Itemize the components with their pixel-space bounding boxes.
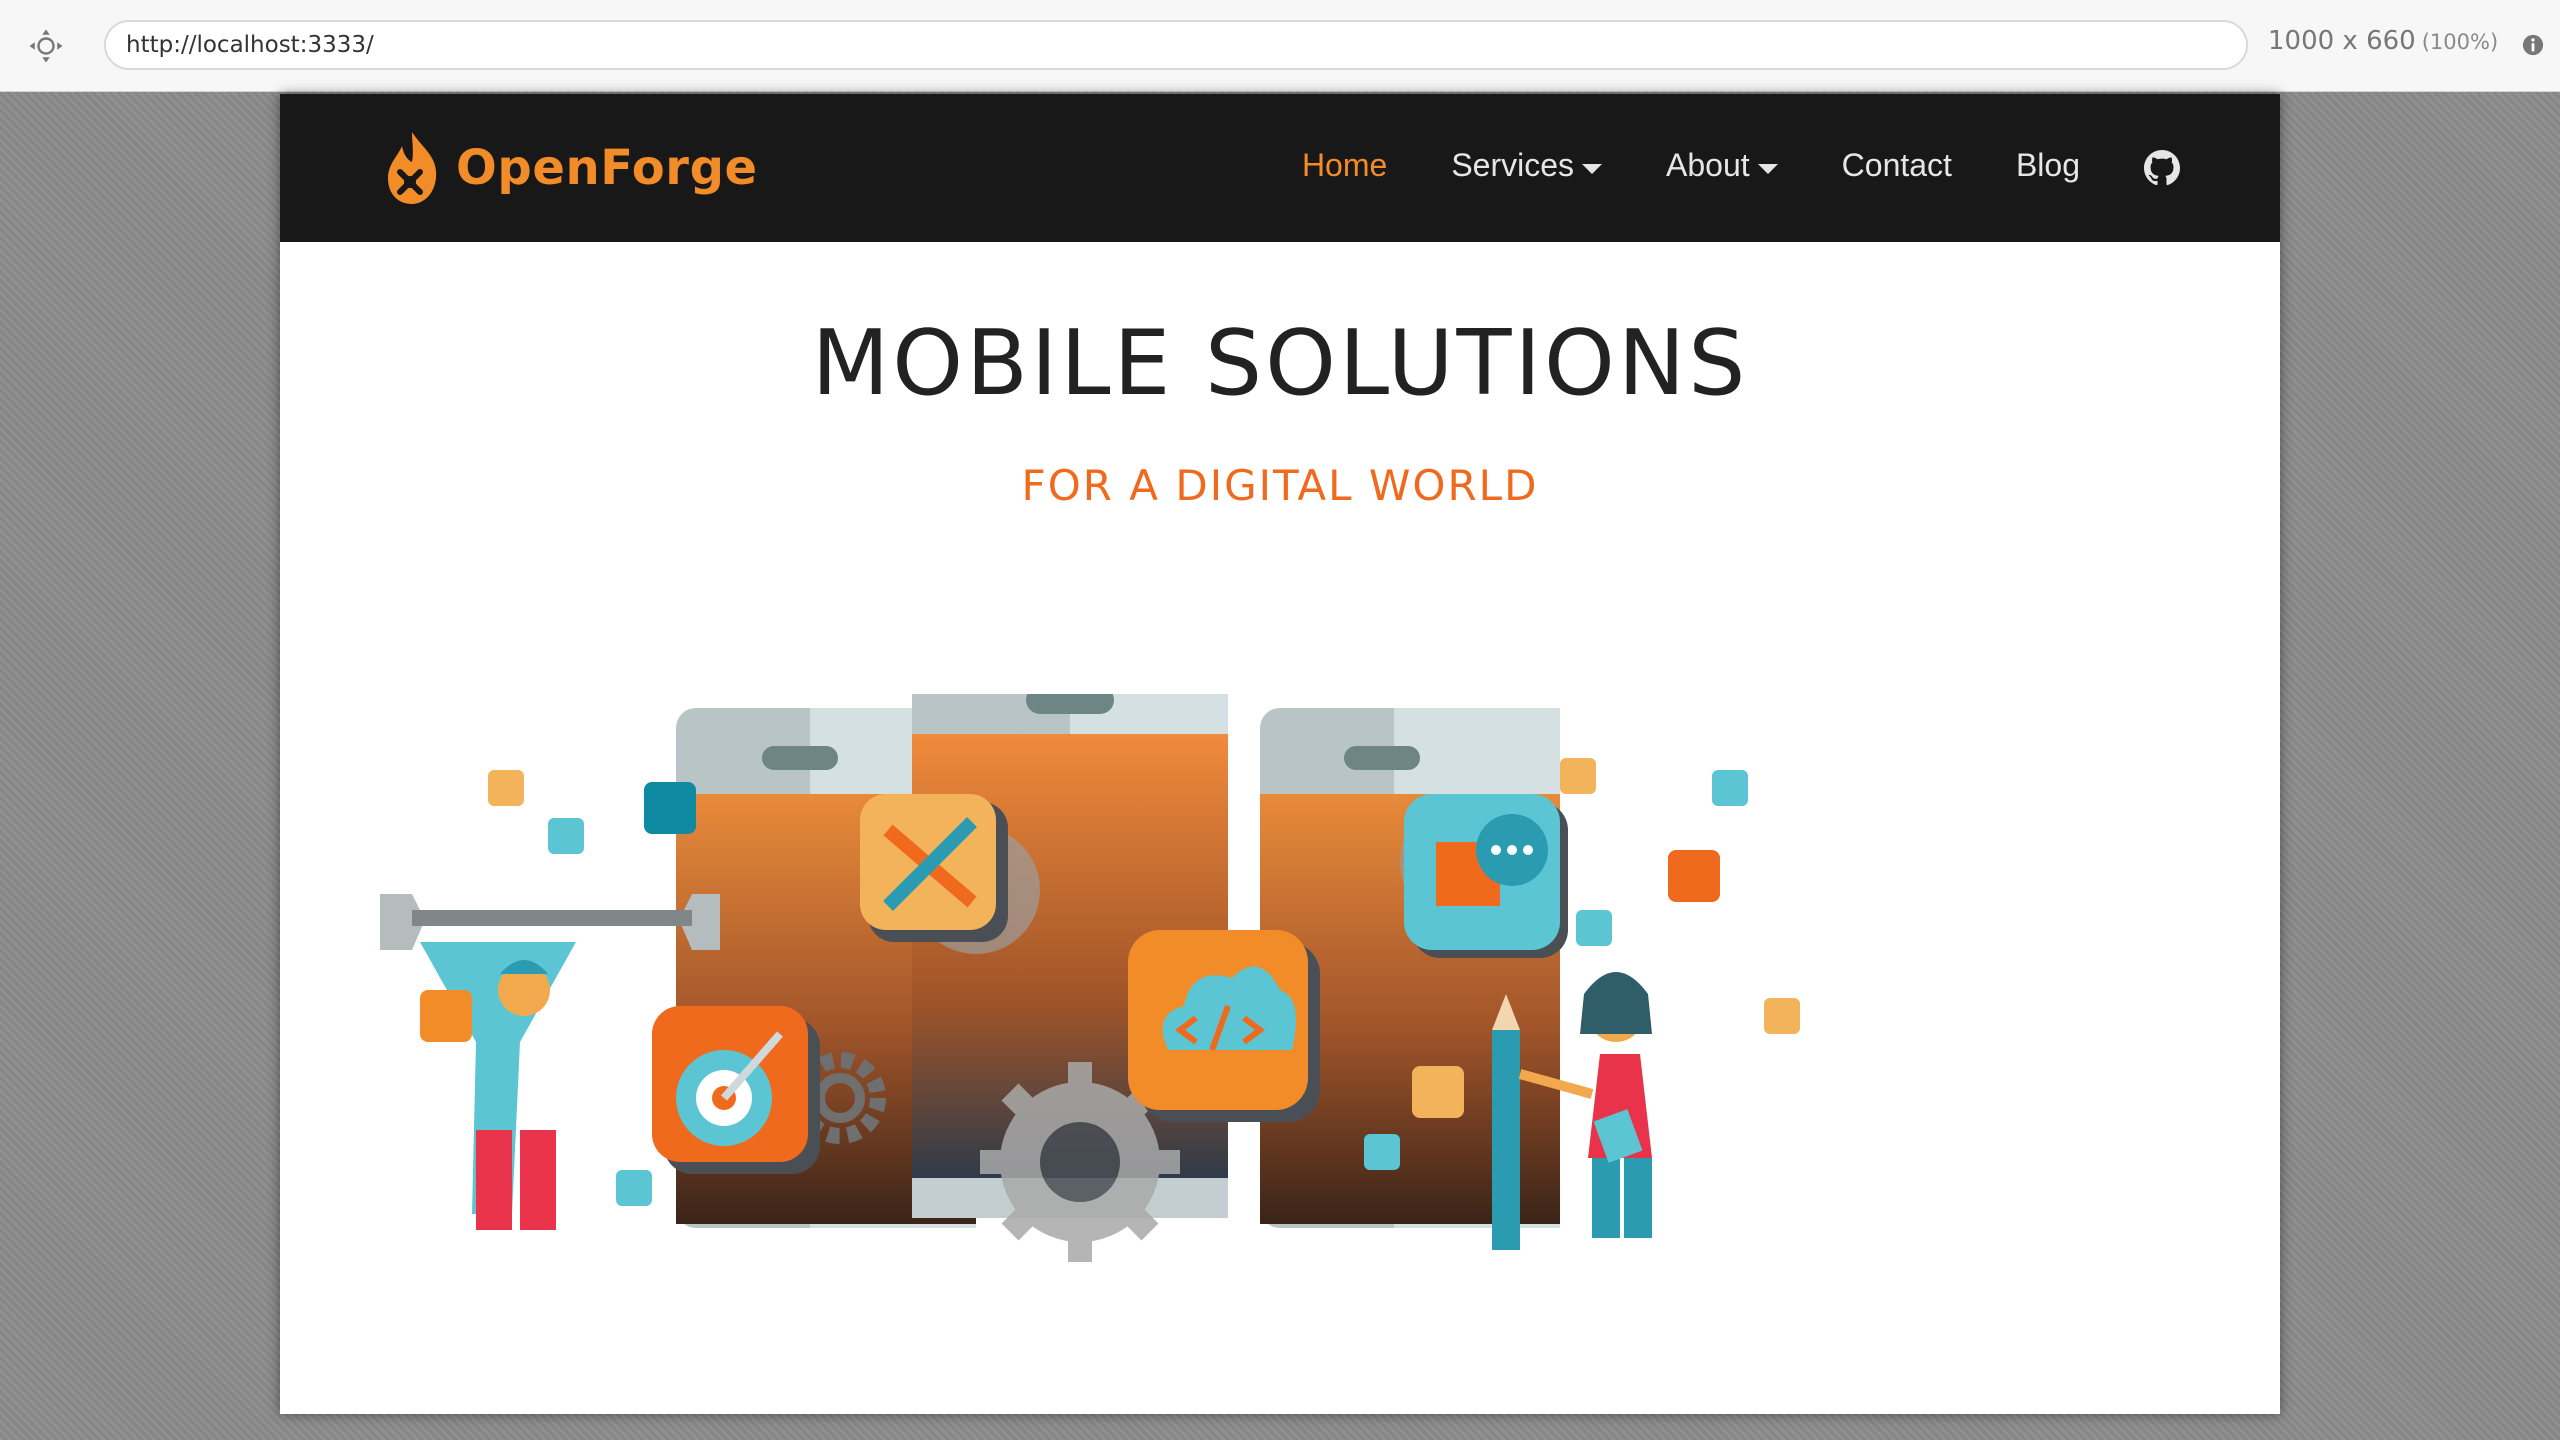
brand-name: OpenForge bbox=[456, 140, 758, 196]
main-nav: Home Services About Contact Blog bbox=[1238, 94, 2180, 242]
nav-about-dropdown[interactable]: About bbox=[1666, 150, 1778, 186]
browser-toolbar: 1000 x 660(100%) bbox=[0, 0, 2560, 92]
caret-down-icon bbox=[1582, 164, 1603, 174]
page-viewport: OpenForge Home Services About Contact Bl… bbox=[280, 94, 2280, 1414]
hero-subtitle: FOR A DIGITAL WORLD bbox=[1021, 462, 1539, 510]
pencil-ruler-app-icon bbox=[860, 794, 1008, 942]
nav-contact-label: Contact bbox=[1841, 150, 1952, 184]
nav-services-label: Services bbox=[1451, 150, 1575, 184]
mobile-solutions-illustration bbox=[380, 694, 1800, 1262]
nav-blog-label: Blog bbox=[2015, 150, 2080, 184]
nav-github[interactable] bbox=[2144, 150, 2180, 186]
viewport-size-readout: 1000 x 660 (100%) bbox=[2268, 26, 2498, 56]
caret-down-icon bbox=[1757, 164, 1778, 174]
hero-title: MOBILE SOLUTIONS bbox=[811, 310, 1749, 416]
target-app-icon bbox=[652, 1006, 820, 1174]
nav-home[interactable]: Home bbox=[1302, 150, 1387, 186]
navbar: OpenForge Home Services About Contact Bl… bbox=[280, 94, 2280, 242]
github-icon bbox=[2144, 150, 2180, 186]
viewport-size: 1000 x 660 bbox=[2268, 26, 2416, 56]
move-icon[interactable] bbox=[28, 28, 64, 64]
nav-blog[interactable]: Blog bbox=[2016, 150, 2080, 186]
info-icon[interactable] bbox=[2522, 34, 2544, 56]
zoom-level: (100%) bbox=[2421, 30, 2499, 54]
nav-home-label: Home bbox=[1301, 150, 1388, 184]
nav-contact[interactable]: Contact bbox=[1842, 150, 1952, 186]
chat-app-icon bbox=[1404, 794, 1568, 958]
cloud-code-app-icon bbox=[1128, 930, 1320, 1122]
nav-services-dropdown[interactable]: Services bbox=[1451, 150, 1603, 186]
flame-logo-icon bbox=[388, 132, 437, 204]
nav-about-label: About bbox=[1666, 150, 1750, 184]
url-input[interactable] bbox=[104, 20, 2248, 70]
brand-logo[interactable]: OpenForge bbox=[380, 120, 758, 216]
